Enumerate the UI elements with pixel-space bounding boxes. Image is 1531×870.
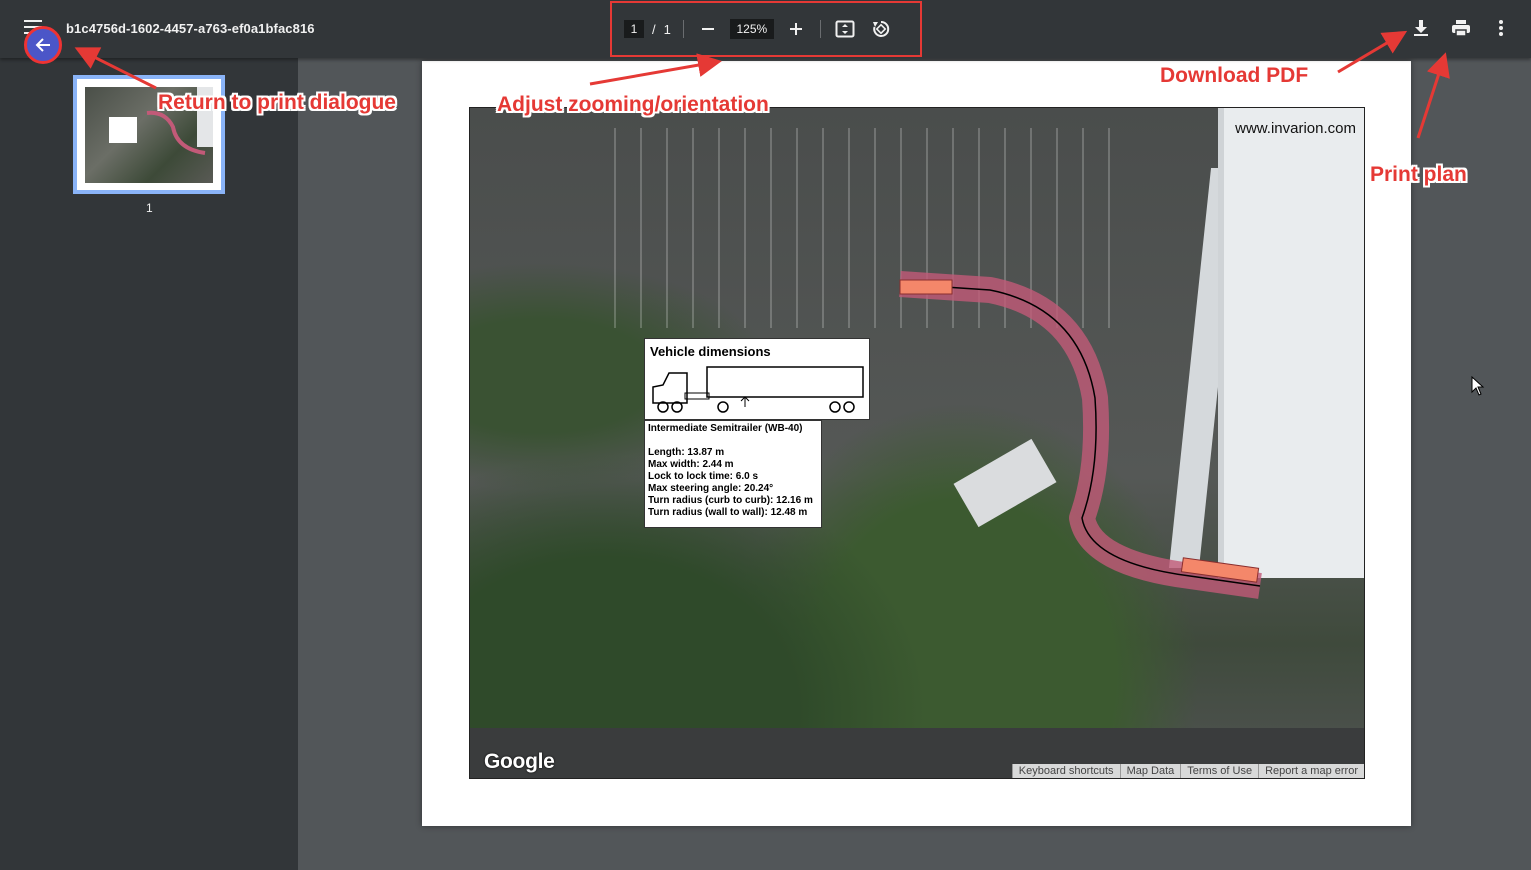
- vehicle-dimensions-panel: Vehicle dimensions: [644, 338, 870, 420]
- swept-path: [899, 271, 1262, 599]
- fit-to-page-button[interactable]: [833, 17, 857, 41]
- plus-icon: [789, 23, 802, 35]
- back-button[interactable]: [24, 26, 62, 64]
- terms-link[interactable]: Terms of Use: [1180, 764, 1258, 778]
- thumbnail-page-number: 1: [146, 201, 153, 215]
- vehicle-dimensions-title: Vehicle dimensions: [650, 344, 771, 359]
- page-separator: /: [652, 21, 656, 37]
- spec-turn-radius-wall: Turn radius (wall to wall): 12.48 m: [648, 507, 808, 518]
- pdf-page: www.invarion.com Google Keyboard shortcu…: [422, 61, 1411, 826]
- page-number-input[interactable]: 1: [624, 20, 644, 38]
- satellite-map: www.invarion.com Google Keyboard shortcu…: [469, 107, 1365, 779]
- annotation-zoom: Adjust zooming/orientation: [497, 93, 769, 116]
- spec-steering-angle: Max steering angle: 20.24°: [648, 483, 774, 494]
- watermark: www.invarion.com: [1235, 120, 1356, 137]
- thumbnail-sidebar: 1: [0, 58, 298, 870]
- annotation-download: Download PDF: [1160, 64, 1309, 87]
- vehicle-specs: Intermediate Semitrailer (WB-40) Length:…: [644, 420, 822, 528]
- divider: [819, 20, 821, 38]
- annotation-back: Return to print dialogue: [158, 91, 396, 114]
- print-button[interactable]: [1449, 16, 1473, 40]
- zoom-level-input[interactable]: 125%: [729, 19, 774, 39]
- document-title: b1c4756d-1602-4457-a763-ef0a1bfac816: [66, 21, 315, 36]
- zoom-in-button[interactable]: [784, 17, 808, 41]
- google-logo: Google: [484, 750, 555, 773]
- page-total: 1: [663, 21, 671, 37]
- divider: [682, 20, 684, 38]
- more-actions-button[interactable]: [1489, 16, 1513, 40]
- spec-lock-time: Lock to lock time: 6.0 s: [648, 471, 759, 482]
- toolbar-actions: [1409, 16, 1513, 40]
- rotate-button[interactable]: [869, 17, 893, 41]
- download-button[interactable]: [1409, 16, 1433, 40]
- vehicle-name: Intermediate Semitrailer (WB-40): [648, 423, 803, 434]
- rotate-icon: [872, 20, 890, 37]
- download-icon: [1414, 20, 1428, 36]
- semitrailer-icon: [652, 366, 864, 413]
- annotation-print: Print plan: [1370, 163, 1467, 186]
- more-icon: [1499, 20, 1503, 36]
- spec-max-width: Max width: 2.44 m: [648, 459, 734, 470]
- toolbar: b1c4756d-1602-4457-a763-ef0a1bfac816 1 /…: [0, 0, 1531, 58]
- print-icon: [1452, 20, 1470, 37]
- report-error-link[interactable]: Report a map error: [1258, 764, 1364, 778]
- back-arrow-icon: [35, 38, 50, 52]
- zoom-out-button[interactable]: [696, 17, 720, 41]
- keyboard-shortcuts-link[interactable]: Keyboard shortcuts: [1011, 764, 1120, 778]
- map-attribution: Keyboard shortcuts Map Data Terms of Use…: [1011, 764, 1364, 778]
- fit-page-icon: [835, 20, 855, 38]
- page-zoom-controls: 1 / 1 125%: [610, 1, 922, 57]
- map-data-link[interactable]: Map Data: [1119, 764, 1181, 778]
- spec-turn-radius-curb: Turn radius (curb to curb): 12.16 m: [648, 495, 813, 506]
- mouse-cursor-icon: [1471, 376, 1485, 396]
- spec-length: Length: 13.87 m: [648, 447, 725, 458]
- minus-icon: [701, 28, 714, 30]
